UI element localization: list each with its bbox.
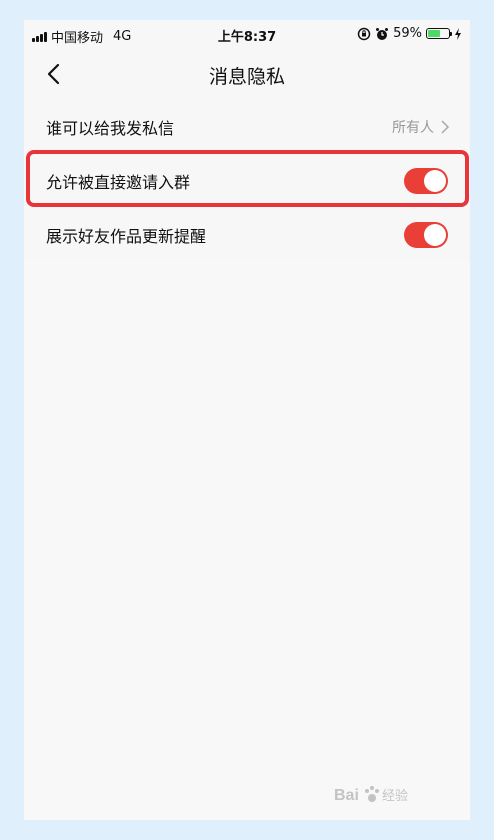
group-invite-toggle[interactable] — [404, 168, 448, 194]
phone-screen: 中国移动 4G 上午8:37 59% 消息隐私 谁可以给我发私信 所有人 允许被… — [24, 20, 470, 820]
setting-allow-group-invite: 允许被直接邀请入群 — [24, 154, 470, 208]
battery-icon — [426, 28, 452, 39]
svg-text:Bai: Bai — [334, 787, 359, 804]
navigation-bar: 消息隐私 — [24, 48, 470, 100]
setting-label: 允许被直接邀请入群 — [46, 173, 191, 192]
setting-value: 所有人 — [392, 120, 434, 136]
baidu-watermark: Bai 经验 — [334, 786, 408, 804]
alarm-icon — [376, 27, 389, 40]
friend-updates-toggle[interactable] — [404, 222, 448, 248]
battery-percent: 59% — [393, 26, 422, 41]
setting-label: 谁可以给我发私信 — [46, 119, 175, 138]
svg-text:经验: 经验 — [382, 788, 408, 804]
page-title: 消息隐私 — [208, 66, 285, 88]
setting-friend-updates: 展示好友作品更新提醒 — [24, 208, 470, 262]
status-bar: 中国移动 4G 上午8:37 59% — [24, 20, 470, 48]
setting-who-can-message[interactable]: 谁可以给我发私信 所有人 — [24, 100, 470, 154]
settings-list: 谁可以给我发私信 所有人 允许被直接邀请入群 展示好友作品更新提醒 — [24, 100, 470, 260]
chevron-right-icon — [441, 120, 450, 134]
charging-icon — [455, 27, 461, 40]
baidu-paw-icon — [365, 786, 379, 802]
toggle-knob — [424, 170, 446, 192]
status-right: 59% — [357, 26, 462, 41]
toggle-knob — [424, 224, 446, 246]
rotation-lock-icon — [357, 27, 371, 40]
setting-label: 展示好友作品更新提醒 — [46, 227, 207, 246]
